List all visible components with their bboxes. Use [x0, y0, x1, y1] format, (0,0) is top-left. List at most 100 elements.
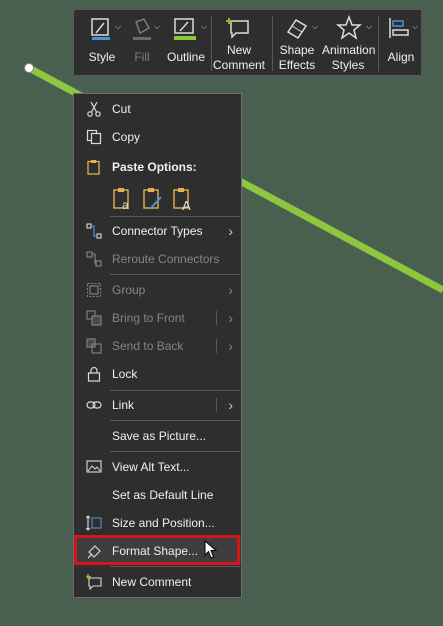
menu-item-paste-options: Paste Options: [74, 154, 241, 180]
chevron-right-icon: › [228, 338, 233, 354]
align-button[interactable]: ⌵ Align [381, 10, 421, 77]
menu-item-lock[interactable]: Lock [74, 361, 241, 387]
reroute-connectors-icon [86, 251, 102, 267]
style-label: Style [88, 50, 116, 64]
scissors-icon [87, 101, 101, 117]
paste-use-destination-theme-button[interactable] [141, 187, 165, 213]
chevron-down-icon: ⌵ [115, 22, 122, 31]
menu-item-label: Send to Back [112, 339, 184, 353]
animation-styles-label-1: Animation [322, 43, 376, 57]
menu-item-label: Bring to Front [112, 311, 185, 325]
svg-text:A: A [182, 198, 191, 213]
menu-separator [110, 566, 240, 567]
menu-item-label: Copy [112, 130, 141, 144]
send-to-back-icon [86, 338, 102, 354]
star-animation-icon [336, 15, 362, 40]
copy-icon [86, 129, 102, 145]
chevron-down-icon: ⌵ [412, 22, 419, 31]
svg-text:a: a [122, 198, 129, 212]
menu-item-set-default-line[interactable]: Set as Default Line [74, 482, 241, 508]
menu-item-label: Set as Default Line [112, 488, 214, 502]
paint-bucket-icon [133, 18, 151, 40]
menu-item-connector-types[interactable]: Connector Types › [74, 218, 241, 244]
menu-item-group[interactable]: Group › [74, 277, 241, 303]
paste-options-heading: Paste Options: [112, 160, 197, 174]
split-divider [216, 311, 217, 325]
fill-button[interactable]: ⌵ Fill [122, 10, 162, 77]
clipboard-icon [87, 160, 100, 175]
new-comment-icon [226, 18, 249, 39]
align-label: Align [387, 50, 415, 64]
menu-item-new-comment[interactable]: New Comment [74, 569, 241, 595]
bring-to-front-icon [86, 310, 102, 326]
menu-item-link[interactable]: Link › [74, 392, 241, 418]
toolbar-divider [378, 16, 379, 71]
menu-item-view-alt-text[interactable]: View Alt Text... [74, 454, 241, 480]
align-left-icon [389, 18, 409, 38]
outline-label: Outline [166, 50, 206, 64]
menu-item-label: Cut [112, 102, 131, 116]
chevron-down-icon: ⌵ [366, 22, 373, 31]
outline-pen-icon [174, 18, 196, 40]
shape-effects-label-2: Effects [278, 58, 316, 72]
menu-item-label: Link [112, 398, 135, 412]
mouse-pointer-icon [204, 540, 218, 559]
split-divider [216, 339, 217, 353]
context-menu: Cut Copy Paste Options: a A Connector Ty… [73, 93, 242, 598]
menu-item-send-to-back[interactable]: Send to Back › [74, 333, 241, 359]
new-comment-label-1: New [226, 43, 251, 57]
menu-item-cut[interactable]: Cut [74, 96, 241, 122]
line-start-handle [24, 63, 34, 73]
menu-item-label: Group [112, 283, 146, 297]
chevron-right-icon: › [228, 223, 233, 239]
paste-destination-theme-icon [143, 188, 162, 210]
menu-item-label: Connector Types [112, 224, 203, 238]
lock-icon [87, 366, 101, 382]
menu-separator [110, 390, 240, 391]
split-divider [216, 398, 217, 412]
new-comment-label-2: Comment [212, 58, 265, 72]
chevron-right-icon: › [228, 282, 233, 298]
menu-item-size-and-position[interactable]: Size and Position... [74, 510, 241, 536]
link-icon [86, 401, 102, 409]
menu-item-label: Reroute Connectors [112, 252, 220, 266]
paste-text-only-icon: A [173, 188, 191, 213]
menu-item-label: View Alt Text... [112, 460, 190, 474]
animation-styles-label-2: Styles [331, 58, 365, 72]
shape-effects-button[interactable]: ⌵ Shape Effects [274, 10, 320, 77]
menu-separator [110, 451, 240, 452]
paste-keep-formatting-icon: a [113, 188, 129, 212]
menu-item-label: Save as Picture... [112, 429, 207, 443]
menu-item-label: New Comment [112, 575, 192, 589]
chevron-down-icon: ⌵ [154, 22, 161, 31]
menu-item-bring-to-front[interactable]: Bring to Front › [74, 305, 241, 331]
new-comment-button[interactable]: New Comment [212, 10, 266, 77]
menu-item-save-as-picture[interactable]: Save as Picture... [74, 423, 241, 449]
menu-separator [110, 274, 240, 275]
shape-effects-icon [286, 18, 308, 40]
menu-item-label: Size and Position... [112, 516, 215, 530]
menu-separator [110, 420, 240, 421]
chevron-down-icon: ⌵ [312, 22, 319, 31]
menu-item-copy[interactable]: Copy [74, 124, 241, 150]
shape-effects-label-1: Shape [279, 43, 315, 57]
outline-button[interactable]: ⌵ Outline [163, 10, 209, 77]
fill-label: Fill [134, 50, 150, 64]
group-icon [87, 283, 101, 297]
menu-item-label: Lock [112, 367, 138, 381]
menu-separator [110, 216, 240, 217]
alt-text-icon [86, 460, 102, 473]
connector-types-icon [86, 223, 102, 239]
paste-keep-text-only-button[interactable]: A [171, 187, 195, 213]
toolbar-divider [272, 16, 273, 71]
style-icon [91, 18, 110, 40]
paste-keep-source-formatting-button[interactable]: a [111, 187, 135, 213]
menu-item-reroute-connectors[interactable]: Reroute Connectors [74, 246, 241, 272]
new-comment-icon [86, 574, 102, 590]
size-position-icon [86, 515, 102, 531]
chevron-down-icon: ⌵ [201, 22, 208, 31]
style-button[interactable]: ⌵ Style [82, 10, 122, 77]
chevron-right-icon: › [228, 310, 233, 326]
animation-styles-button[interactable]: ⌵ Animation Styles [322, 10, 376, 77]
mini-toolbar: ⌵ Style ⌵ Fill ⌵ Outline New Comment ⌵ S… [73, 9, 422, 76]
